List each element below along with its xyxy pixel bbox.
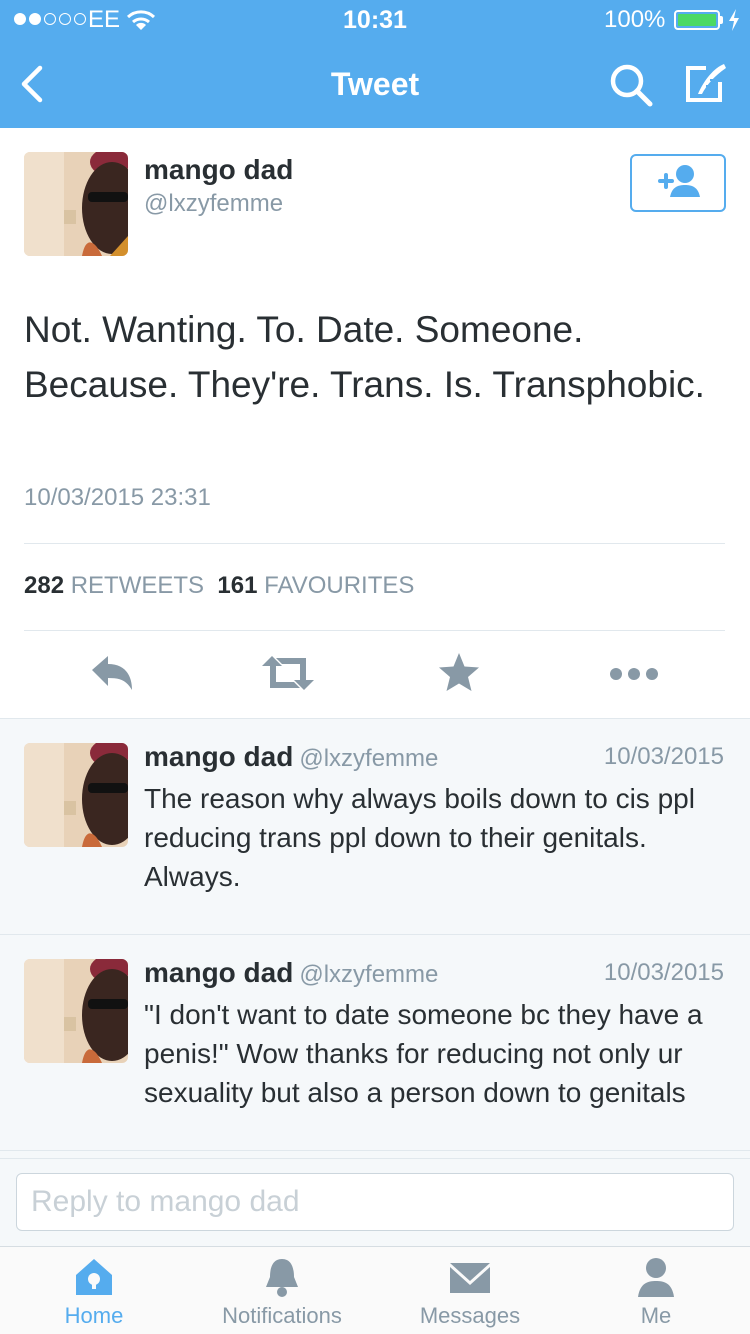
person-icon xyxy=(562,1255,750,1299)
envelope-icon xyxy=(376,1255,564,1299)
replies-list: mango dad @lxzyfemme 10/03/2015 The reaso… xyxy=(0,718,750,1158)
reply-input[interactable] xyxy=(16,1173,734,1231)
navigation-bar: Tweet xyxy=(0,40,750,128)
tweet-stats: 282 RETWEETS 161 FAVOURITES xyxy=(24,572,414,600)
reply-author-handle[interactable]: @lxzyfemme xyxy=(299,745,438,772)
favourite-count: 161 xyxy=(217,572,258,599)
more-options-icon[interactable] xyxy=(608,648,660,703)
tab-label: Messages xyxy=(419,1303,521,1328)
home-icon xyxy=(0,1255,188,1299)
avatar[interactable] xyxy=(24,959,128,1063)
status-bar: EE 10:31 100% xyxy=(0,0,750,40)
divider xyxy=(24,543,725,544)
reply-text: "I don't want to date someone bc they ha… xyxy=(144,999,703,1108)
bell-icon xyxy=(188,1255,376,1299)
search-icon[interactable] xyxy=(606,60,656,115)
reply-author-handle[interactable]: @lxzyfemme xyxy=(299,961,438,988)
tweet-timestamp: 10/03/2015 23:31 xyxy=(24,484,211,511)
reply-text: The reason why always boils down to cis … xyxy=(144,783,695,892)
tab-label: Me xyxy=(640,1303,672,1328)
tweet-text: Not. Wanting. To. Date. Someone. Because… xyxy=(24,309,705,405)
avatar[interactable] xyxy=(24,152,128,256)
tab-label: Notifications xyxy=(222,1303,342,1328)
battery-percent: 100% xyxy=(604,6,666,33)
author-name[interactable]: mango dad xyxy=(144,154,293,186)
list-item[interactable]: mango dad @lxzyfemme 10/03/2015 The reaso… xyxy=(0,719,750,935)
reply-date: 10/03/2015 xyxy=(603,743,724,770)
reply-bar xyxy=(0,1158,750,1246)
author-handle[interactable]: @lxzyfemme xyxy=(144,190,283,218)
divider xyxy=(24,630,725,631)
reply-icon[interactable] xyxy=(88,648,138,703)
reply-date: 10/03/2015 xyxy=(603,959,724,986)
tab-notifications[interactable]: Notifications xyxy=(188,1247,376,1334)
tab-me[interactable]: Me xyxy=(562,1247,750,1334)
favourites-link[interactable]: FAVOURITES xyxy=(264,572,414,599)
reply-author-name[interactable]: mango dad xyxy=(144,957,293,988)
tab-home[interactable]: Home xyxy=(0,1247,188,1334)
favourite-star-icon[interactable] xyxy=(436,648,482,703)
tab-label: Home xyxy=(64,1303,124,1328)
add-user-icon xyxy=(652,163,704,204)
retweet-icon[interactable] xyxy=(260,648,316,703)
top-bar: EE 10:31 100% Tweet xyxy=(0,0,750,128)
retweet-count: 282 xyxy=(24,572,65,599)
charging-icon xyxy=(727,8,741,37)
reply-author-name[interactable]: mango dad xyxy=(144,741,293,772)
follow-button[interactable] xyxy=(630,154,726,212)
battery-icon xyxy=(674,10,720,30)
list-item[interactable]: mango dad @lxzyfemme 10/03/2015 "I don't … xyxy=(0,935,750,1151)
tab-messages[interactable]: Messages xyxy=(376,1247,564,1334)
retweets-link[interactable]: RETWEETS xyxy=(71,572,204,599)
tab-bar: Home Notifications Messages Me xyxy=(0,1246,750,1334)
compose-icon[interactable] xyxy=(680,58,730,113)
tweet-actions xyxy=(0,648,750,704)
avatar[interactable] xyxy=(24,743,128,847)
